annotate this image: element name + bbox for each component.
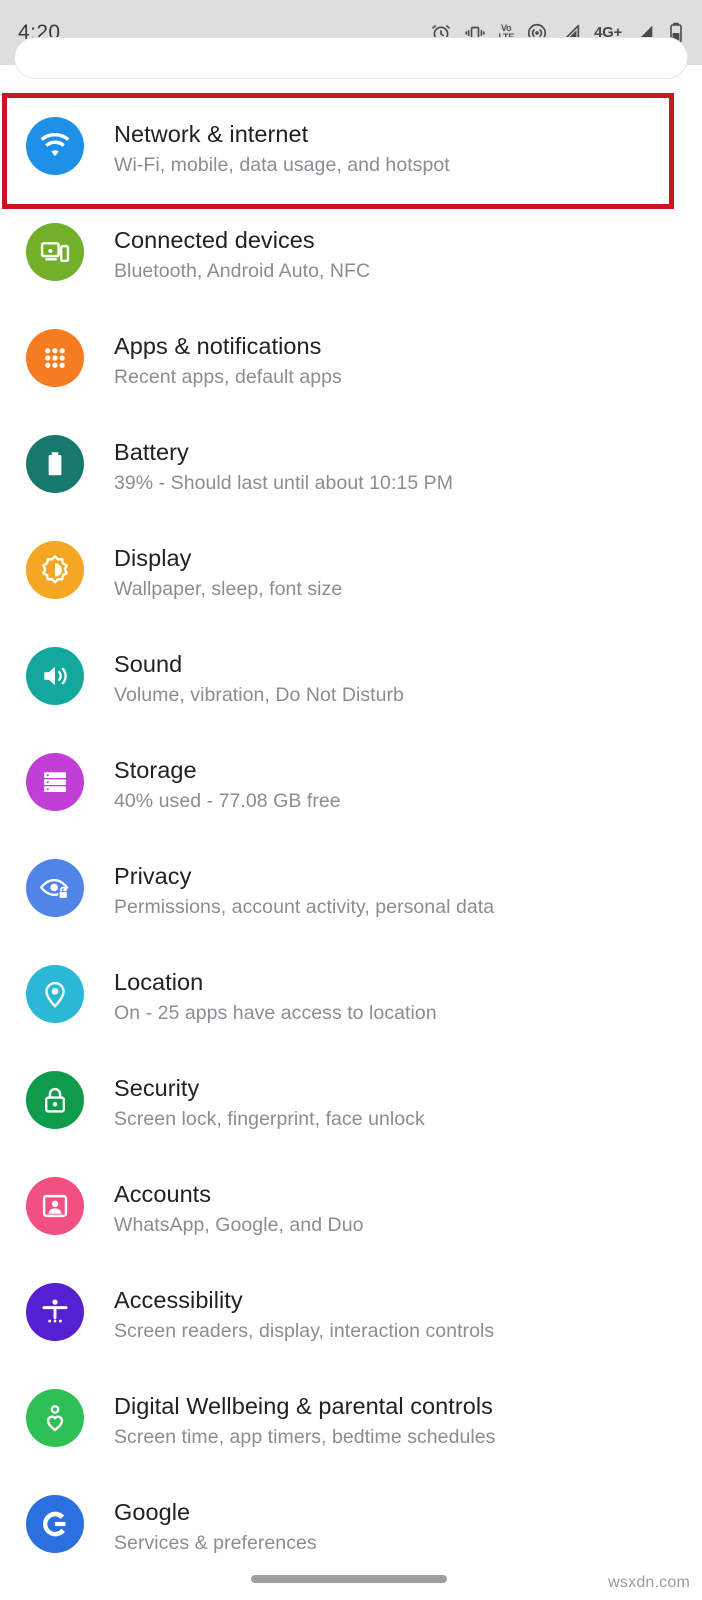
settings-row-subtitle: Permissions, account activity, personal …: [114, 896, 495, 918]
settings-row-subtitle: Screen readers, display, interaction con…: [114, 1320, 495, 1342]
settings-row-text: Privacy Permissions, account activity, p…: [114, 837, 494, 920]
connected-devices-icon: [26, 223, 84, 281]
settings-row-storage[interactable]: Storage 40% used - 77.08 GB free: [0, 731, 702, 837]
brightness-icon: [26, 541, 84, 599]
settings-row-connected-devices[interactable]: Connected devices Bluetooth, Android Aut…: [0, 201, 702, 307]
settings-row-subtitle: Services & preferences: [114, 1532, 317, 1554]
settings-row-subtitle: Bluetooth, Android Auto, NFC: [114, 260, 371, 282]
volume-icon: [26, 647, 84, 705]
settings-row-title: Sound: [114, 651, 183, 677]
battery-icon: [26, 435, 84, 493]
settings-row-subtitle: Wallpaper, sleep, font size: [114, 578, 343, 600]
settings-row-network-internet[interactable]: Network & internet Wi-Fi, mobile, data u…: [0, 95, 702, 201]
location-pin-icon: [26, 965, 84, 1023]
settings-row-text: Display Wallpaper, sleep, font size: [114, 519, 342, 602]
account-card-icon: [26, 1177, 84, 1235]
settings-row-title: Accounts: [114, 1181, 212, 1207]
settings-row-title: Connected devices: [114, 227, 315, 253]
settings-row-sound[interactable]: Sound Volume, vibration, Do Not Disturb: [0, 625, 702, 731]
search-card-sliver[interactable]: [0, 37, 702, 95]
settings-row-security[interactable]: Security Screen lock, fingerprint, face …: [0, 1049, 702, 1155]
apps-grid-icon: [26, 329, 84, 387]
settings-row-text: Google Services & preferences: [114, 1473, 317, 1556]
wellbeing-heart-icon: [26, 1389, 84, 1447]
settings-row-title: Storage: [114, 757, 197, 783]
settings-row-title: Display: [114, 545, 192, 571]
watermark: wsxdn.com: [608, 1574, 690, 1591]
settings-row-subtitle: On - 25 apps have access to location: [114, 1002, 437, 1024]
settings-row-title: Privacy: [114, 863, 192, 889]
settings-row-google[interactable]: Google Services & preferences: [0, 1473, 702, 1579]
settings-row-title: Google: [114, 1499, 191, 1525]
settings-row-title: Battery: [114, 439, 189, 465]
settings-row-text: Sound Volume, vibration, Do Not Disturb: [114, 625, 404, 708]
settings-row-accessibility[interactable]: Accessibility Screen readers, display, i…: [0, 1261, 702, 1367]
settings-row-subtitle: 40% used - 77.08 GB free: [114, 790, 341, 812]
settings-row-subtitle: Wi-Fi, mobile, data usage, and hotspot: [114, 154, 450, 176]
settings-row-text: Network & internet Wi-Fi, mobile, data u…: [114, 95, 450, 178]
settings-row-title: Accessibility: [114, 1287, 243, 1313]
settings-row-title: Network & internet: [114, 121, 309, 147]
settings-row-display[interactable]: Display Wallpaper, sleep, font size: [0, 519, 702, 625]
settings-row-title: Digital Wellbeing & parental controls: [114, 1393, 493, 1419]
settings-row-text: Accessibility Screen readers, display, i…: [114, 1261, 494, 1344]
settings-row-battery[interactable]: Battery 39% - Should last until about 10…: [0, 413, 702, 519]
storage-icon: [26, 753, 84, 811]
settings-row-digital-wellbeing[interactable]: Digital Wellbeing & parental controls Sc…: [0, 1367, 702, 1473]
settings-row-text: Location On - 25 apps have access to loc…: [114, 943, 437, 1026]
settings-row-privacy[interactable]: Privacy Permissions, account activity, p…: [0, 837, 702, 943]
settings-row-apps-notifications[interactable]: Apps & notifications Recent apps, defaul…: [0, 307, 702, 413]
settings-row-title: Location: [114, 969, 204, 995]
settings-row-subtitle: Volume, vibration, Do Not Disturb: [114, 684, 404, 706]
settings-row-subtitle: 39% - Should last until about 10:15 PM: [114, 472, 454, 494]
settings-row-title: Apps & notifications: [114, 333, 322, 359]
settings-row-subtitle: WhatsApp, Google, and Duo: [114, 1214, 364, 1236]
settings-row-text: Accounts WhatsApp, Google, and Duo: [114, 1155, 363, 1238]
settings-list: Network & internet Wi-Fi, mobile, data u…: [0, 95, 702, 1579]
settings-row-subtitle: Screen lock, fingerprint, face unlock: [114, 1108, 425, 1130]
lock-icon: [26, 1071, 84, 1129]
settings-row-subtitle: Screen time, app timers, bedtime schedul…: [114, 1426, 496, 1448]
settings-row-text: Apps & notifications Recent apps, defaul…: [114, 307, 342, 390]
settings-row-subtitle: Recent apps, default apps: [114, 366, 342, 388]
privacy-eye-lock-icon: [26, 859, 84, 917]
home-gesture-indicator[interactable]: [251, 1575, 447, 1583]
settings-row-text: Battery 39% - Should last until about 10…: [114, 413, 453, 496]
google-g-icon: [26, 1495, 84, 1553]
settings-row-text: Connected devices Bluetooth, Android Aut…: [114, 201, 370, 284]
settings-row-text: Storage 40% used - 77.08 GB free: [114, 731, 341, 814]
settings-row-accounts[interactable]: Accounts WhatsApp, Google, and Duo: [0, 1155, 702, 1261]
settings-row-location[interactable]: Location On - 25 apps have access to loc…: [0, 943, 702, 1049]
search-card-outline: [14, 37, 688, 79]
settings-row-title: Security: [114, 1075, 200, 1101]
wifi-icon: [26, 117, 84, 175]
settings-row-text: Security Screen lock, fingerprint, face …: [114, 1049, 425, 1132]
settings-row-text: Digital Wellbeing & parental controls Sc…: [114, 1367, 495, 1450]
accessibility-icon: [26, 1283, 84, 1341]
